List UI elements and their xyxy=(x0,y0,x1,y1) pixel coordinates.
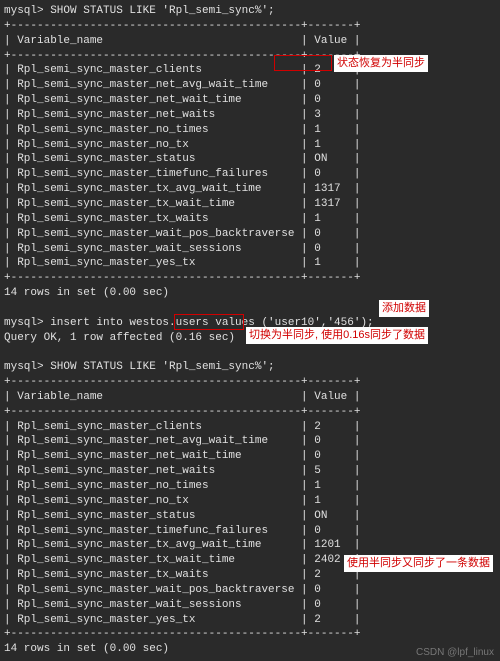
table-row: | Rpl_semi_sync_master_no_tx | 1 | xyxy=(4,494,496,509)
table-row: | Rpl_semi_sync_master_tx_avg_wait_time … xyxy=(4,182,496,197)
blank xyxy=(4,345,496,360)
table-row: | Rpl_semi_sync_master_clients | 2 | xyxy=(4,420,496,435)
table-sep: +---------------------------------------… xyxy=(4,627,496,642)
table-sep: +---------------------------------------… xyxy=(4,19,496,34)
table-row: | Rpl_semi_sync_master_yes_tx | 1 | xyxy=(4,256,496,271)
table-row: | Rpl_semi_sync_master_wait_pos_backtrav… xyxy=(4,583,496,598)
table-row: | Rpl_semi_sync_master_tx_waits | 1 | xyxy=(4,212,496,227)
table-row: | Rpl_semi_sync_master_wait_sessions | 0… xyxy=(4,598,496,613)
table-row: | Rpl_semi_sync_master_net_wait_time | 0… xyxy=(4,93,496,108)
table-header: | Variable_name | Value | xyxy=(4,390,496,405)
table-row: | Rpl_semi_sync_master_no_tx | 1 | xyxy=(4,138,496,153)
table-row: | Rpl_semi_sync_master_net_waits | 5 | xyxy=(4,464,496,479)
annotation-status-reset: 状态恢复为半同步 xyxy=(334,55,428,72)
table-row: | Rpl_semi_sync_master_wait_sessions | 0… xyxy=(4,242,496,257)
mysql-prompt: mysql> SHOW STATUS LIKE 'Rpl_semi_sync%'… xyxy=(4,4,496,19)
watermark: CSDN @lpf_linux xyxy=(416,646,494,660)
table-row: | Rpl_semi_sync_master_net_wait_time | 0… xyxy=(4,449,496,464)
result-footer: 14 rows in set (0.00 sec) xyxy=(4,286,496,301)
table-row: | Rpl_semi_sync_master_status | ON | xyxy=(4,152,496,167)
table-row: | Rpl_semi_sync_master_yes_tx | 2 | xyxy=(4,613,496,628)
table-header: | Variable_name | Value | xyxy=(4,34,496,49)
table-row: | Rpl_semi_sync_master_net_avg_wait_time… xyxy=(4,434,496,449)
mysql-prompt: mysql> SHOW STATUS LIKE 'Rpl_semi_sync%'… xyxy=(4,360,496,375)
table-sep: +---------------------------------------… xyxy=(4,271,496,286)
table-row: | Rpl_semi_sync_master_timefunc_failures… xyxy=(4,524,496,539)
table-row: | Rpl_semi_sync_master_no_times | 1 | xyxy=(4,479,496,494)
table-row: | Rpl_semi_sync_master_timefunc_failures… xyxy=(4,167,496,182)
table-row: | Rpl_semi_sync_master_net_avg_wait_time… xyxy=(4,78,496,93)
table-row: | Rpl_semi_sync_master_no_times | 1 | xyxy=(4,123,496,138)
annotation-synced: 使用半同步又同步了一条数据 xyxy=(344,555,493,572)
table-row: | Rpl_semi_sync_master_status | ON | xyxy=(4,509,496,524)
table-row: | Rpl_semi_sync_master_tx_avg_wait_time … xyxy=(4,538,496,553)
annotation-switch: 切换为半同步, 使用0.16s同步了数据 xyxy=(246,327,428,344)
table-sep: +---------------------------------------… xyxy=(4,405,496,420)
table-row: | Rpl_semi_sync_master_wait_pos_backtrav… xyxy=(4,227,496,242)
table-sep: +---------------------------------------… xyxy=(4,375,496,390)
annotation-add-data: 添加数据 xyxy=(379,300,429,317)
table-row: | Rpl_semi_sync_master_tx_wait_time | 13… xyxy=(4,197,496,212)
table-row: | Rpl_semi_sync_master_net_waits | 3 | xyxy=(4,108,496,123)
